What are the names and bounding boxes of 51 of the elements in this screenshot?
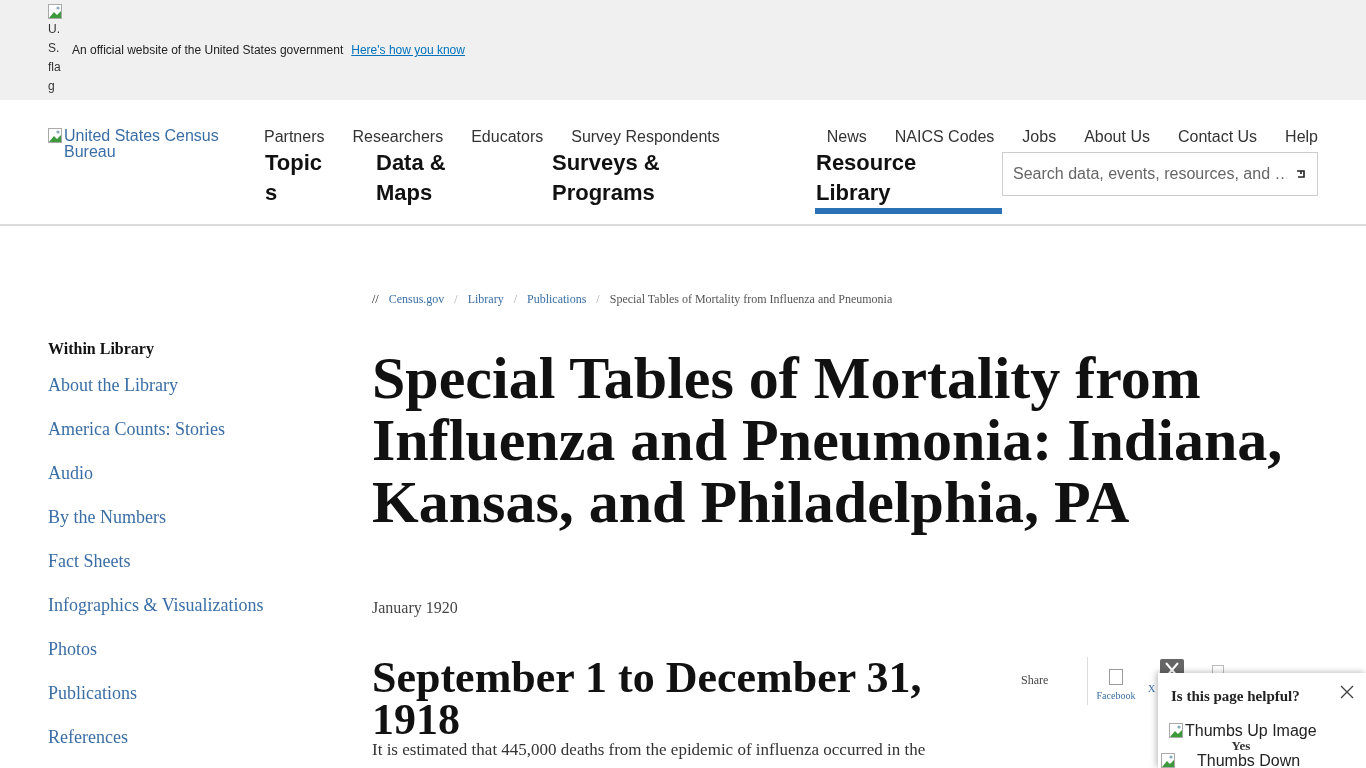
sidebar-link[interactable]: References (48, 726, 372, 748)
sidebar-link[interactable]: America Counts: Stories (48, 418, 372, 440)
sidebar-link[interactable]: Audio (48, 462, 372, 484)
share-link[interactable]: X (1148, 683, 1156, 694)
official-website-notice: An official website of the United States government (72, 43, 344, 57)
thumbs-up-alt-text[interactable]: Thumbs Up Image (1185, 722, 1317, 739)
breadcrumb-mark: // (372, 292, 379, 307)
logo-alt-text[interactable]: United States Census Bureau (64, 128, 234, 160)
thumbs-down-alt-text[interactable]: Thumbs Down (1197, 752, 1301, 768)
flag-alt-text: U.S. flag (48, 21, 62, 95)
breadcrumb-link[interactable]: Publications (527, 292, 587, 307)
body-paragraph: It is estimated that 445,000 deaths from the epidemic of influenza occurred in the (372, 741, 926, 758)
broken-image-icon (48, 128, 64, 144)
page-title: Special Tables of Mortality from Influenza and Pneumonia: Indiana, Kansas, and Philadelphia, PA (372, 347, 1284, 533)
utility-link[interactable]: Help (1285, 128, 1318, 146)
how-you-know-link[interactable]: Here's how you know (351, 43, 465, 57)
sidebar-link[interactable]: By the Numbers (48, 506, 372, 528)
breadcrumb-separator: / (596, 292, 600, 307)
yes-label[interactable]: Yes (1171, 739, 1311, 752)
share-link[interactable]: Facebook (1096, 690, 1136, 701)
breadcrumb-link[interactable]: Census.gov (388, 292, 445, 307)
square-icon[interactable] (1109, 669, 1123, 685)
utility-link[interactable]: Contact Us (1177, 128, 1258, 146)
sidebar-link[interactable]: Publications (48, 682, 372, 704)
breadcrumb-current: Special Tables of Mortality from Influenza and Pneumonia (609, 292, 893, 307)
feedback-question: Is this page helpful? (1171, 688, 1300, 705)
sidebar-link[interactable]: Fact Sheets (48, 550, 372, 572)
close-icon[interactable] (1340, 685, 1354, 699)
audience-link[interactable]: Partners (264, 128, 325, 146)
utility-link[interactable]: NAICS Codes (894, 128, 995, 146)
main-nav-tab[interactable]: Surveys & Programs (551, 148, 815, 214)
section-heading: September 1 to December 31, 1918 (372, 657, 922, 741)
breadcrumb-link[interactable]: Library (467, 292, 504, 307)
utility-link[interactable]: Jobs (1022, 128, 1057, 146)
breadcrumb-separator: / (513, 292, 517, 307)
sidebar-link[interactable]: About the Library (48, 374, 372, 396)
main-nav-tab[interactable]: Topics (264, 148, 375, 214)
sidebar-link[interactable]: Photos (48, 638, 372, 660)
share-label: Share (1021, 672, 1050, 688)
publication-date: January 1920 (372, 599, 459, 617)
sidebar-heading: Within Library (48, 340, 155, 358)
broken-image-icon (1169, 722, 1185, 739)
audience-link[interactable]: Researchers (352, 128, 444, 146)
audience-link[interactable]: Survey Respondents (571, 128, 720, 146)
broken-image-icon (48, 4, 64, 20)
utility-link[interactable]: About Us (1084, 128, 1150, 146)
main-nav-tab[interactable]: Data & Maps (375, 148, 551, 214)
utility-link[interactable]: News (826, 128, 867, 146)
sidebar-link[interactable]: Infographics & Visualizations (48, 594, 372, 616)
audience-link[interactable]: Educators (471, 128, 544, 146)
breadcrumb-separator: / (454, 292, 458, 307)
